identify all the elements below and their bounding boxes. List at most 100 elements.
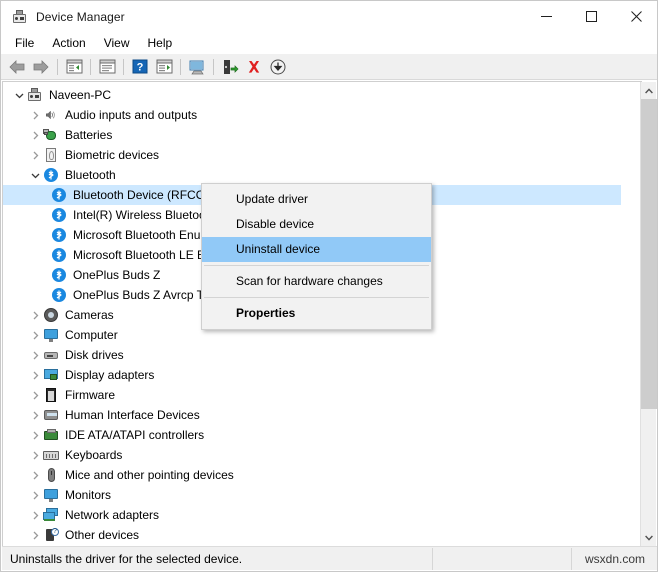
menu-view[interactable]: View xyxy=(95,34,139,52)
chevron-right-icon[interactable] xyxy=(27,365,43,385)
menu-action[interactable]: Action xyxy=(43,34,94,52)
tree-item-other-devices[interactable]: ? Other devices xyxy=(3,525,621,545)
toolbar-separator xyxy=(180,58,181,75)
svg-text:?: ? xyxy=(137,62,144,74)
tree-item-keyboards[interactable]: Keyboards xyxy=(3,445,621,465)
device-manager-window: Device Manager File Action View Help ? N… xyxy=(0,0,658,572)
chevron-down-icon[interactable] xyxy=(27,165,43,185)
menu-help[interactable]: Help xyxy=(139,34,182,52)
toolbar-separator xyxy=(213,58,214,75)
toolbar-separator xyxy=(57,58,58,75)
chevron-right-icon[interactable] xyxy=(27,125,43,145)
chevron-down-icon[interactable] xyxy=(11,85,27,105)
disable-device-icon[interactable] xyxy=(266,56,290,78)
menu-file[interactable]: File xyxy=(6,34,43,52)
context-menu-item-properties[interactable]: Properties xyxy=(202,301,431,326)
tree-item-disk-drives[interactable]: Disk drives xyxy=(3,345,621,365)
scroll-up-icon[interactable] xyxy=(641,82,657,99)
context-menu[interactable]: Update driver Disable device Uninstall d… xyxy=(201,183,432,330)
network-adapter-icon xyxy=(43,507,59,523)
computer-icon xyxy=(27,87,43,103)
context-menu-item-disable-device[interactable]: Disable device xyxy=(202,212,431,237)
mouse-icon xyxy=(43,467,59,483)
chevron-right-icon[interactable] xyxy=(27,305,43,325)
properties-icon[interactable] xyxy=(95,56,119,78)
tree-item-mice-and-other-pointing-devices[interactable]: Mice and other pointing devices xyxy=(3,465,621,485)
battery-icon xyxy=(43,127,59,143)
context-menu-item-scan-for-hardware-changes[interactable]: Scan for hardware changes xyxy=(202,269,431,294)
watermark: wsxdn.com xyxy=(584,551,646,566)
chevron-right-icon[interactable] xyxy=(27,145,43,165)
tree-item-label: Network adapters xyxy=(65,508,160,522)
status-bar-divider xyxy=(432,547,433,570)
tree-item-label: Naveen-PC xyxy=(49,88,112,102)
chevron-right-icon[interactable] xyxy=(27,105,43,125)
chevron-right-icon[interactable] xyxy=(27,325,43,345)
bluetooth-icon xyxy=(51,267,67,283)
chevron-right-icon[interactable] xyxy=(27,385,43,405)
bluetooth-icon xyxy=(51,247,67,263)
context-menu-item-update-driver[interactable]: Update driver xyxy=(202,187,431,212)
tree-item-audio-inputs-and-outputs[interactable]: Audio inputs and outputs xyxy=(3,105,621,125)
tree-item-network-adapters[interactable]: Network adapters xyxy=(3,505,621,525)
tree-item-batteries[interactable]: Batteries xyxy=(3,125,621,145)
menu-bar: File Action View Help xyxy=(1,32,657,54)
tree-item-monitors[interactable]: Monitors xyxy=(3,485,621,505)
tree-item-label: IDE ATA/ATAPI controllers xyxy=(65,428,205,442)
monitor-icon xyxy=(43,487,59,503)
fingerprint-icon xyxy=(43,147,59,163)
speaker-icon xyxy=(43,107,59,123)
tree-item-biometric-devices[interactable]: Biometric devices xyxy=(3,145,621,165)
chevron-right-icon[interactable] xyxy=(27,345,43,365)
tree-item-label: OnePlus Buds Z xyxy=(73,268,161,282)
update-driver-icon[interactable] xyxy=(185,56,209,78)
context-menu-item-uninstall-device[interactable]: Uninstall device xyxy=(202,237,431,262)
status-bar-text: Uninstalls the driver for the selected d… xyxy=(10,551,243,566)
tree-item-label: Firmware xyxy=(65,388,115,402)
uninstall-device-icon[interactable] xyxy=(242,56,266,78)
bluetooth-icon xyxy=(51,187,67,203)
toolbar-separator xyxy=(90,58,91,75)
minimize-button[interactable] xyxy=(524,1,569,32)
scan-for-hardware-changes-icon[interactable] xyxy=(152,56,176,78)
help-icon[interactable]: ? xyxy=(128,56,152,78)
tree-item-label: Disk drives xyxy=(65,348,124,362)
scroll-down-icon[interactable] xyxy=(641,529,657,546)
tree-item-display-adapters[interactable]: Display adapters xyxy=(3,365,621,385)
tree-item-ide-ata-atapi-controllers[interactable]: IDE ATA/ATAPI controllers xyxy=(3,425,621,445)
vertical-scrollbar[interactable] xyxy=(640,82,657,546)
hid-icon xyxy=(43,407,59,423)
chevron-right-icon[interactable] xyxy=(27,525,43,545)
title-bar: Device Manager xyxy=(1,1,657,32)
tree-item-bluetooth[interactable]: Bluetooth xyxy=(3,165,621,185)
enable-device-icon[interactable] xyxy=(218,56,242,78)
maximize-button[interactable] xyxy=(569,1,614,32)
tree-item-label: Other devices xyxy=(65,528,140,542)
tree-item-human-interface-devices[interactable]: Human Interface Devices xyxy=(3,405,621,425)
chevron-right-icon[interactable] xyxy=(27,485,43,505)
unknown-device-icon: ? xyxy=(43,527,59,543)
keyboard-icon xyxy=(43,447,59,463)
show-hide-console-tree-icon[interactable] xyxy=(62,56,86,78)
chevron-right-icon[interactable] xyxy=(27,465,43,485)
bluetooth-icon xyxy=(43,167,59,183)
close-button[interactable] xyxy=(614,1,657,32)
scrollbar-thumb[interactable] xyxy=(641,99,657,409)
tree-item-firmware[interactable]: Firmware xyxy=(3,385,621,405)
monitor-icon xyxy=(43,327,59,343)
window-controls xyxy=(524,1,657,32)
tree-item-label: Biometric devices xyxy=(65,148,160,162)
toolbar-separator xyxy=(123,58,124,75)
chevron-right-icon[interactable] xyxy=(27,405,43,425)
chevron-right-icon[interactable] xyxy=(27,445,43,465)
back-arrow-icon[interactable] xyxy=(5,56,29,78)
context-menu-separator xyxy=(204,265,429,266)
tree-item-label: Audio inputs and outputs xyxy=(65,108,198,122)
tree-item-naveen-pc[interactable]: Naveen-PC xyxy=(3,85,621,105)
chevron-right-icon[interactable] xyxy=(27,505,43,525)
forward-arrow-icon[interactable] xyxy=(29,56,53,78)
chevron-right-icon[interactable] xyxy=(27,425,43,445)
tree-item-label: Computer xyxy=(65,328,118,342)
tree-item-label: Display adapters xyxy=(65,368,155,382)
status-bar: Uninstalls the driver for the selected d… xyxy=(2,546,657,570)
